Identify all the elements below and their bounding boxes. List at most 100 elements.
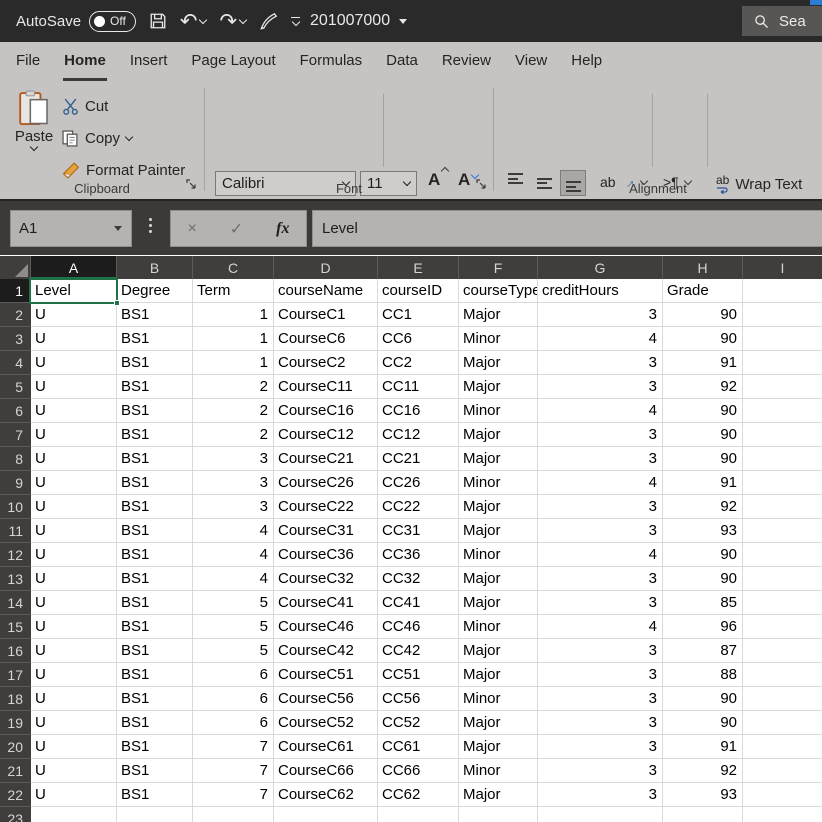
cell-I16[interactable]: [743, 639, 822, 663]
cell-C7[interactable]: 2: [193, 423, 274, 447]
row-header-6[interactable]: 6: [0, 399, 31, 423]
copy-button[interactable]: Copy: [62, 130, 134, 147]
cell-F6[interactable]: Minor: [459, 399, 538, 423]
row-header-14[interactable]: 14: [0, 591, 31, 615]
cell-F22[interactable]: Major: [459, 783, 538, 807]
cell-D3[interactable]: CourseC6: [274, 327, 378, 351]
cell-G22[interactable]: 3: [538, 783, 663, 807]
row-header-18[interactable]: 18: [0, 687, 31, 711]
cell-C8[interactable]: 3: [193, 447, 274, 471]
cell-I1[interactable]: [743, 279, 822, 303]
tab-insert[interactable]: Insert: [118, 42, 180, 82]
cell-E12[interactable]: CC36: [378, 543, 459, 567]
cell-B15[interactable]: BS1: [117, 615, 193, 639]
cell-G13[interactable]: 3: [538, 567, 663, 591]
cell-D19[interactable]: CourseC52: [274, 711, 378, 735]
cell-A15[interactable]: U: [31, 615, 117, 639]
cell-E18[interactable]: CC56: [378, 687, 459, 711]
column-header-F[interactable]: F: [459, 256, 538, 279]
cell-B3[interactable]: BS1: [117, 327, 193, 351]
cell-I4[interactable]: [743, 351, 822, 375]
row-header-5[interactable]: 5: [0, 375, 31, 399]
cell-A7[interactable]: U: [31, 423, 117, 447]
cell-A19[interactable]: U: [31, 711, 117, 735]
cell-I5[interactable]: [743, 375, 822, 399]
cell-H21[interactable]: 92: [663, 759, 743, 783]
cell-I15[interactable]: [743, 615, 822, 639]
format-painter-button[interactable]: Format Painter: [62, 162, 185, 179]
cell-E15[interactable]: CC46: [378, 615, 459, 639]
column-header-B[interactable]: B: [117, 256, 193, 279]
cell-A13[interactable]: U: [31, 567, 117, 591]
cell-B16[interactable]: BS1: [117, 639, 193, 663]
cell-F3[interactable]: Minor: [459, 327, 538, 351]
cell-C18[interactable]: 6: [193, 687, 274, 711]
cell-I20[interactable]: [743, 735, 822, 759]
cell-F10[interactable]: Major: [459, 495, 538, 519]
cell-A20[interactable]: U: [31, 735, 117, 759]
cell-E5[interactable]: CC11: [378, 375, 459, 399]
cell-D17[interactable]: CourseC51: [274, 663, 378, 687]
cell-A22[interactable]: U: [31, 783, 117, 807]
row-header-10[interactable]: 10: [0, 495, 31, 519]
cell-D15[interactable]: CourseC46: [274, 615, 378, 639]
cell-B4[interactable]: BS1: [117, 351, 193, 375]
cell-C9[interactable]: 3: [193, 471, 274, 495]
cell-B12[interactable]: BS1: [117, 543, 193, 567]
column-header-D[interactable]: D: [274, 256, 378, 279]
cell-D5[interactable]: CourseC11: [274, 375, 378, 399]
cell-F18[interactable]: Minor: [459, 687, 538, 711]
row-header-13[interactable]: 13: [0, 567, 31, 591]
cell-C21[interactable]: 7: [193, 759, 274, 783]
cell-A10[interactable]: U: [31, 495, 117, 519]
cell-C19[interactable]: 6: [193, 711, 274, 735]
cell-B18[interactable]: BS1: [117, 687, 193, 711]
cell-E2[interactable]: CC1: [378, 303, 459, 327]
cell-F7[interactable]: Major: [459, 423, 538, 447]
cell-I17[interactable]: [743, 663, 822, 687]
row-header-1[interactable]: 1: [0, 279, 31, 303]
cell-D10[interactable]: CourseC22: [274, 495, 378, 519]
cell-C17[interactable]: 6: [193, 663, 274, 687]
cell-E13[interactable]: CC32: [378, 567, 459, 591]
cell-H19[interactable]: 90: [663, 711, 743, 735]
tab-page-layout[interactable]: Page Layout: [179, 42, 287, 82]
tab-file[interactable]: File: [4, 42, 52, 82]
clipboard-dialog-launcher[interactable]: [186, 177, 197, 195]
cell-B5[interactable]: BS1: [117, 375, 193, 399]
row-header-21[interactable]: 21: [0, 759, 31, 783]
cell-H6[interactable]: 90: [663, 399, 743, 423]
tab-view[interactable]: View: [503, 42, 559, 82]
tab-help[interactable]: Help: [559, 42, 614, 82]
cell-I10[interactable]: [743, 495, 822, 519]
cell-A4[interactable]: U: [31, 351, 117, 375]
cell-G18[interactable]: 3: [538, 687, 663, 711]
cell-I23[interactable]: [743, 807, 822, 822]
row-header-7[interactable]: 7: [0, 423, 31, 447]
cell-G12[interactable]: 4: [538, 543, 663, 567]
cell-C15[interactable]: 5: [193, 615, 274, 639]
search-box[interactable]: Sea: [742, 6, 822, 36]
cell-F8[interactable]: Major: [459, 447, 538, 471]
cell-H3[interactable]: 90: [663, 327, 743, 351]
row-header-3[interactable]: 3: [0, 327, 31, 351]
cell-B2[interactable]: BS1: [117, 303, 193, 327]
cell-G7[interactable]: 3: [538, 423, 663, 447]
undo-button[interactable]: ↶: [180, 11, 208, 32]
cell-E8[interactable]: CC21: [378, 447, 459, 471]
cell-E11[interactable]: CC31: [378, 519, 459, 543]
cell-F19[interactable]: Major: [459, 711, 538, 735]
row-header-17[interactable]: 17: [0, 663, 31, 687]
cell-I13[interactable]: [743, 567, 822, 591]
cell-A1[interactable]: Level: [31, 279, 117, 303]
cell-A11[interactable]: U: [31, 519, 117, 543]
cell-D12[interactable]: CourseC36: [274, 543, 378, 567]
tab-review[interactable]: Review: [430, 42, 503, 82]
cell-I12[interactable]: [743, 543, 822, 567]
row-header-22[interactable]: 22: [0, 783, 31, 807]
cell-G21[interactable]: 3: [538, 759, 663, 783]
customize-toolbar-button[interactable]: [291, 16, 301, 27]
cell-B22[interactable]: BS1: [117, 783, 193, 807]
draw-button[interactable]: [259, 12, 278, 31]
cell-E7[interactable]: CC12: [378, 423, 459, 447]
